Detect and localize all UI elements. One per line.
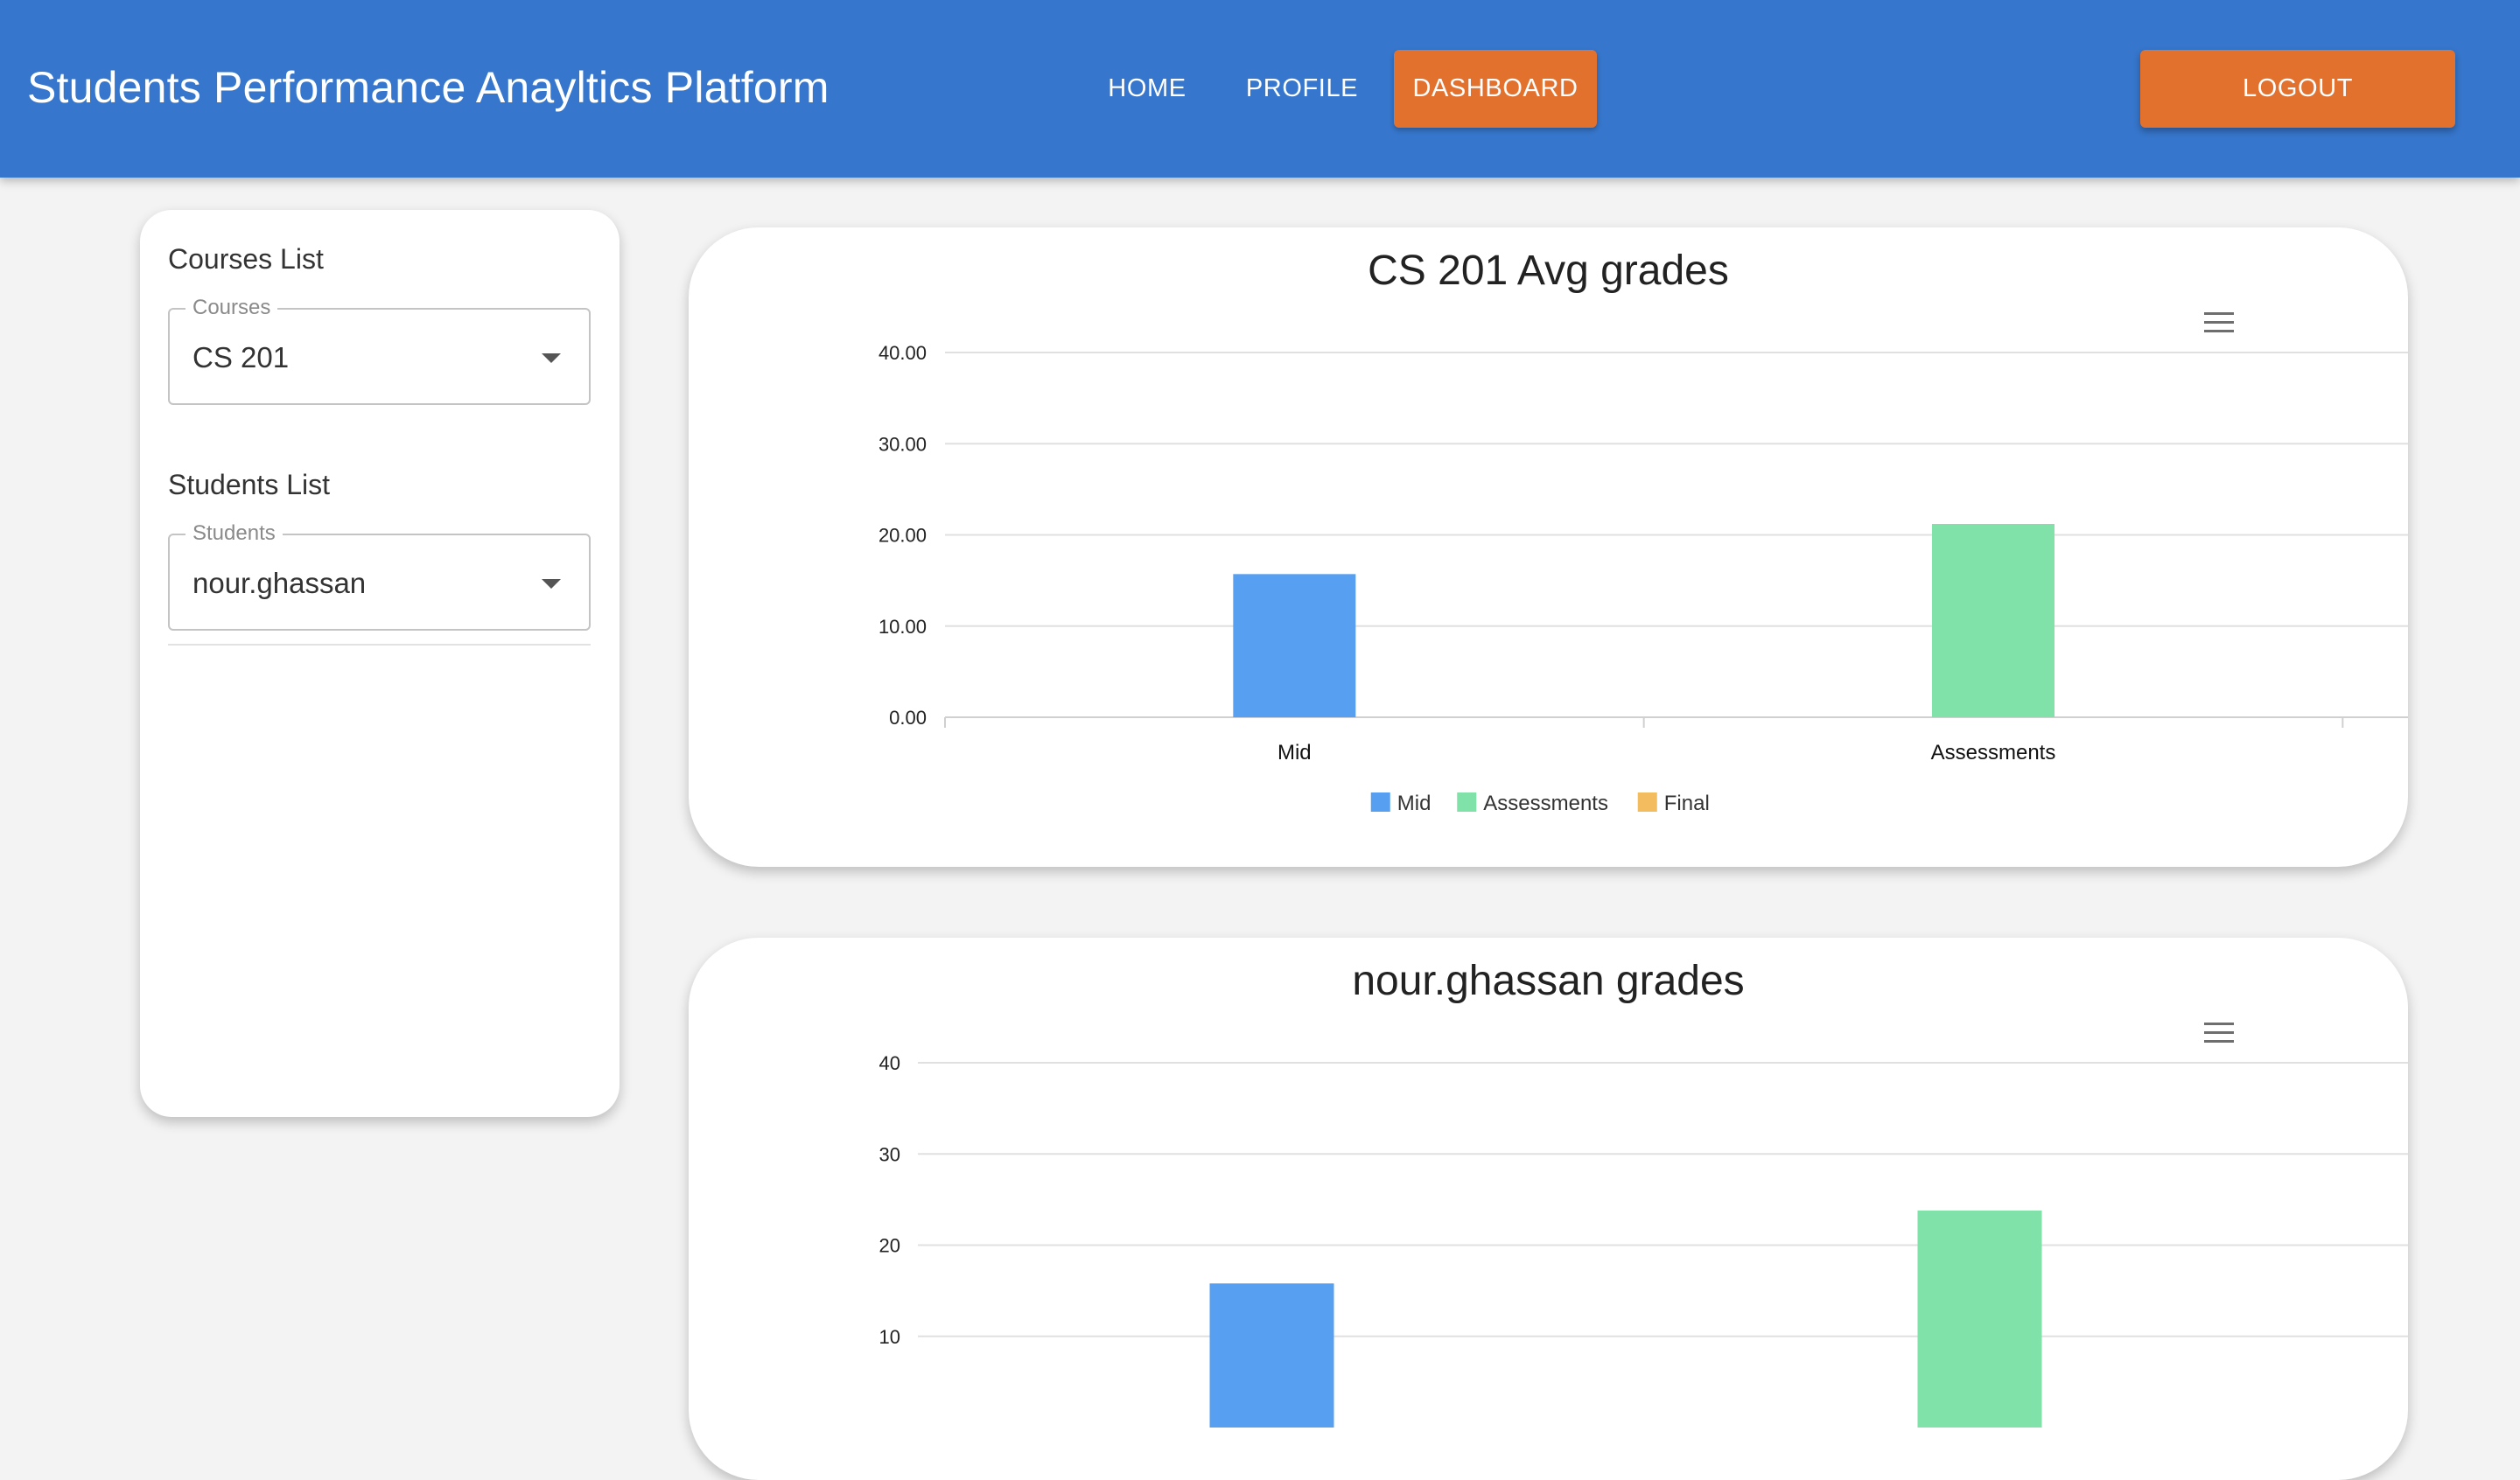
app-title: Students Performance Anayltics Platform [27,63,830,112]
bar-assessments [1932,523,2054,717]
y-tick-label: 30.00 [878,433,927,455]
caret-down-icon[interactable] [542,353,561,363]
y-tick-label: 20 [879,1235,900,1257]
students-select-label: Students [186,521,283,546]
students-select[interactable]: Students nour.ghassan [168,521,591,631]
app-bar: Students Performance Anayltics Platform … [0,0,2520,178]
student-grades-chart-card: nour.ghassan grades 10 20 30 40 [689,938,2408,1480]
courses-select-label: Courses [186,296,278,320]
logout-button[interactable]: LOGOUT [2140,50,2455,128]
bar-mid [1233,574,1356,717]
courses-list-title: Courses List [168,243,324,275]
courses-select-value: CS 201 [192,341,290,373]
course-avg-bar-chart: 0.00 10.00 20.00 30.00 40.00 Mid Assessments Fi… [878,342,2408,815]
y-tick-label: 0.00 [889,707,927,729]
bar-mid [1209,1283,1334,1428]
y-tick-label: 40.00 [878,342,927,364]
student-grades-bar-chart: 10 20 30 40 [879,1052,2408,1428]
bar-assessments [1917,1210,2042,1428]
sidebar-divider [168,644,591,646]
x-category-label: Assessments [1931,741,2056,764]
y-tick-label: 40 [879,1052,900,1074]
nav-home-button[interactable]: HOME [1085,50,1209,128]
y-tick-label: 10 [879,1326,900,1348]
x-category-label: Mid [1278,741,1312,764]
y-tick-label: 10.00 [878,616,927,638]
nav-profile-button[interactable]: PROFILE [1236,50,1368,128]
legend-swatch [1637,792,1657,812]
legend-label: Final [1664,792,1710,815]
legend-swatch [1370,792,1390,812]
caret-down-icon[interactable] [542,579,561,589]
students-list-title: Students List [168,469,330,500]
legend-label: Assessments [1483,792,1608,815]
students-select-value: nour.ghassan [192,567,367,599]
filter-sidebar: Courses List Courses CS 201 Students Lis… [140,210,620,1117]
legend-label: Mid [1397,792,1432,815]
y-tick-label: 30 [879,1143,900,1165]
y-tick-label: 20.00 [878,525,927,547]
course-avg-chart-card: CS 201 Avg grades 0.00 10.00 20.00 30.00 40.… [689,227,2408,867]
nav-dashboard-button[interactable]: DASHBOARD [1394,50,1597,128]
legend-swatch [1457,792,1477,812]
courses-select[interactable]: Courses CS 201 [168,296,591,405]
